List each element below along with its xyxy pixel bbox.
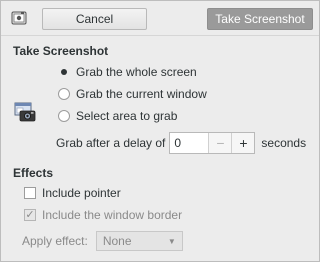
option-current-window[interactable]: Grab the current window (58, 87, 207, 101)
option-select-area[interactable]: Select area to grab (58, 109, 177, 123)
radio-select-area[interactable] (58, 110, 70, 122)
apply-effect-value: None (102, 234, 132, 248)
seconds-label: seconds (261, 136, 307, 150)
chevron-down-icon: ▼ (167, 236, 176, 246)
dialog-header: Cancel Take Screenshot (1, 1, 319, 36)
screenshot-illustration-icon (14, 102, 36, 122)
delay-spinbutton[interactable]: 0 − + (169, 132, 256, 154)
option-whole-screen[interactable]: Grab the whole screen (58, 65, 197, 79)
decrement-button[interactable]: − (208, 133, 232, 153)
radio-whole-screen[interactable] (58, 66, 70, 78)
include-pointer-checkbox[interactable] (24, 187, 36, 199)
apply-effect-select[interactable]: None ▼ (95, 231, 183, 251)
include-border-option[interactable]: ✓ Include the window border (24, 208, 182, 222)
screenshot-app-icon (11, 10, 27, 26)
increment-button[interactable]: + (231, 133, 255, 153)
delay-label: Grab after a delay of (56, 136, 166, 150)
effects-section-title: Effects (13, 166, 54, 180)
take-screenshot-button[interactable]: Take Screenshot (207, 8, 313, 30)
option-whole-screen-label: Grab the whole screen (76, 65, 197, 79)
cancel-button[interactable]: Cancel (42, 8, 147, 30)
radio-current-window[interactable] (58, 88, 70, 100)
apply-effect-label: Apply effect: (22, 234, 88, 248)
option-current-window-label: Grab the current window (76, 87, 207, 101)
apply-effect-row: Apply effect: None ▼ (22, 231, 183, 251)
screenshot-dialog: Cancel Take Screenshot Take Screenshot G… (0, 0, 320, 262)
include-border-checkbox[interactable]: ✓ (24, 209, 36, 221)
dialog-content: Take Screenshot Grab the whole screen Gr… (2, 36, 318, 260)
option-select-area-label: Select area to grab (76, 109, 178, 123)
delay-row: Grab after a delay of 0 − + seconds (56, 132, 306, 154)
take-screenshot-section-title: Take Screenshot (13, 44, 109, 58)
include-pointer-label: Include pointer (42, 186, 121, 200)
delay-value[interactable]: 0 (170, 136, 208, 150)
include-pointer-option[interactable]: Include pointer (24, 186, 121, 200)
include-border-label: Include the window border (42, 208, 183, 222)
